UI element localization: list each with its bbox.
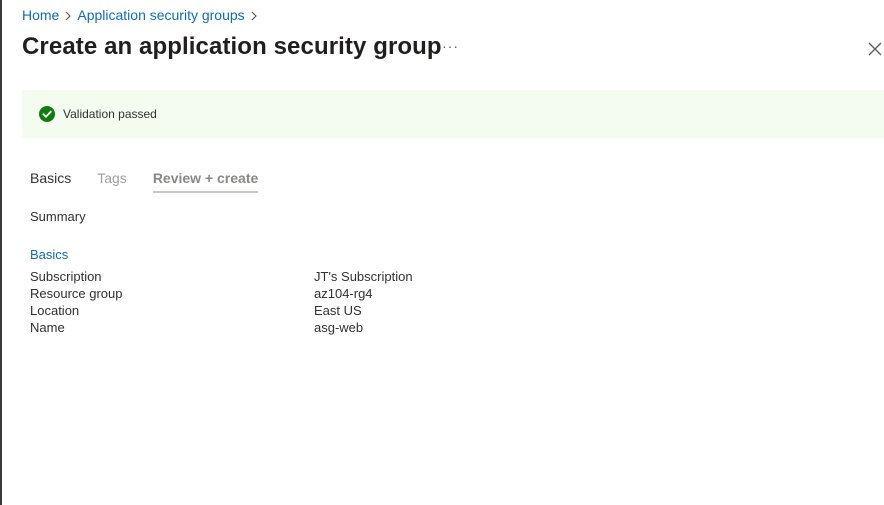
chevron-right-icon xyxy=(59,8,77,22)
row-label: Location xyxy=(30,303,80,318)
breadcrumb: Home Application security groups xyxy=(22,7,263,23)
blade-left-border xyxy=(0,0,2,505)
checkmark-circle-icon xyxy=(39,106,55,122)
row-value: az104-rg4 xyxy=(314,286,373,301)
row-value: East US xyxy=(314,303,362,318)
validation-banner: Validation passed xyxy=(22,90,884,138)
tab-basics[interactable]: Basics xyxy=(30,170,71,193)
row-value: asg-web xyxy=(314,320,364,335)
row-label: Subscription xyxy=(30,269,102,284)
row-label: Resource group xyxy=(30,286,123,301)
page-title: Create an application security group xyxy=(22,33,442,60)
close-icon[interactable] xyxy=(866,40,884,58)
tab-tags[interactable]: Tags xyxy=(97,170,127,193)
breadcrumb-home-link[interactable]: Home xyxy=(22,7,59,23)
more-options-icon[interactable]: ··· xyxy=(442,38,459,54)
wizard-tabs: Basics Tags Review + create xyxy=(30,170,284,193)
row-label: Name xyxy=(30,320,65,335)
chevron-right-icon xyxy=(245,8,263,22)
section-title-basics: Basics xyxy=(30,247,69,262)
row-value: JT's Subscription xyxy=(314,269,413,284)
summary-heading: Summary xyxy=(30,209,86,224)
tab-review-create[interactable]: Review + create xyxy=(152,170,259,193)
breadcrumb-asg-link[interactable]: Application security groups xyxy=(77,7,244,23)
validation-message: Validation passed xyxy=(63,107,157,121)
